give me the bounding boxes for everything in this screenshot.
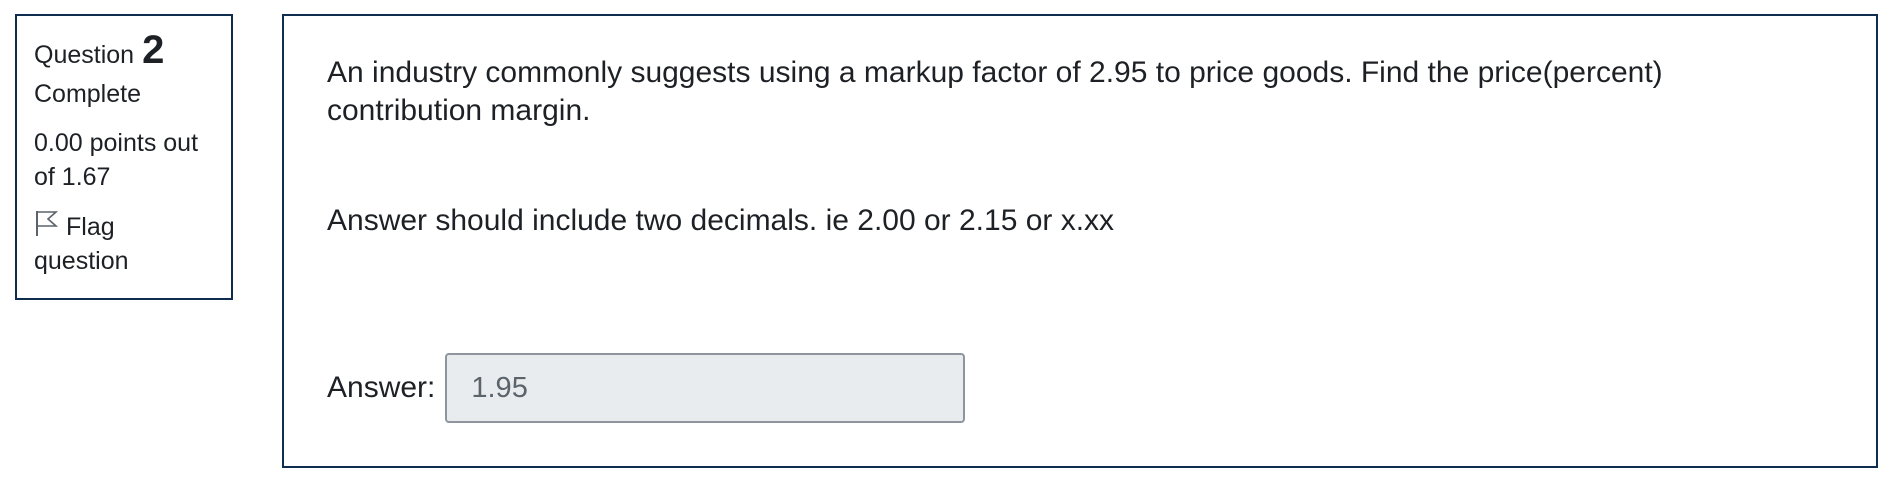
answer-row: Answer: <box>327 353 966 423</box>
question-state: Complete <box>34 80 141 108</box>
answer-instruction: Answer should include two decimals. ie 2… <box>327 204 1115 237</box>
question-text: An industry commonly suggests using a ma… <box>327 56 1663 127</box>
answer-label: Answer: <box>327 371 436 404</box>
flag-outline-icon <box>36 211 59 236</box>
question-grade: 0.00 points out of 1.67 <box>34 129 199 191</box>
question-number-row: Question 2 <box>34 30 215 74</box>
question-label: Question <box>34 41 135 69</box>
quiz-page: Question 2 Complete 0.00 points out of 1… <box>0 0 1894 490</box>
question-number: 2 <box>142 28 165 72</box>
question-info-panel: Question 2 Complete 0.00 points out of 1… <box>15 14 233 300</box>
question-content-panel: An industry commonly suggests using a ma… <box>282 14 1878 468</box>
flag-question-link[interactable]: Flag question <box>34 209 215 278</box>
answer-input[interactable] <box>445 353 966 423</box>
